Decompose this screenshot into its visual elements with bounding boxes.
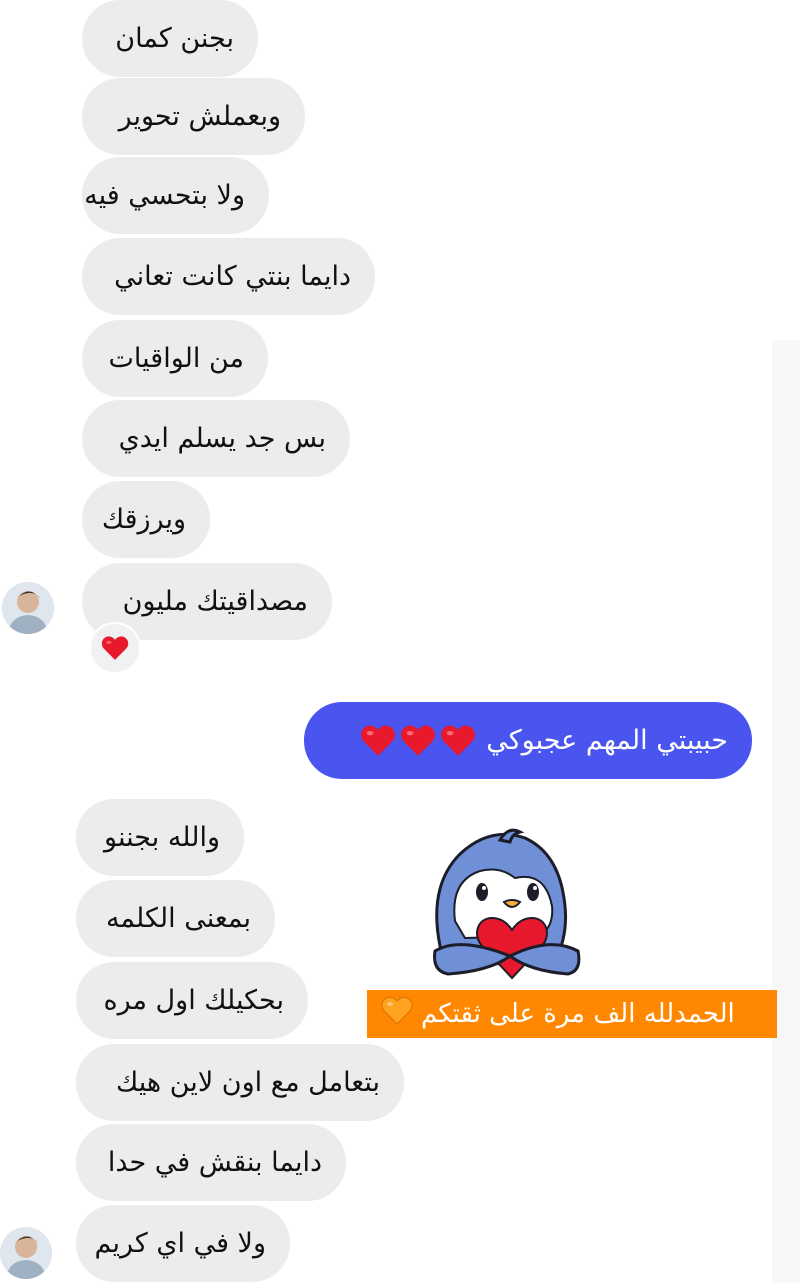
heart-emojis	[360, 724, 476, 757]
message-bubble[interactable]: والله بجننو	[76, 799, 244, 876]
message-text: دايما بنقش في حدا	[107, 1147, 322, 1178]
contact-avatar[interactable]	[2, 582, 54, 634]
scroll-edge	[772, 340, 800, 1283]
message-text: بحكيلك اول مره	[103, 985, 284, 1016]
message-bubble[interactable]: دايما بنتي كانت تعاني	[82, 238, 375, 315]
message-bubble[interactable]: بجنن كمان	[82, 0, 258, 77]
penguin-sticker	[420, 826, 590, 996]
message-bubble[interactable]: بس جد يسلم ايدي	[82, 400, 350, 477]
message-bubble[interactable]: ولا في اي كريم	[76, 1205, 290, 1282]
message-text: ولا بتحسي فيه	[84, 180, 245, 211]
message-bubble[interactable]: ولا بتحسي فيه	[82, 157, 269, 234]
message-text: والله بجننو	[104, 822, 220, 853]
message-bubble[interactable]: دايما بنقش في حدا	[76, 1124, 346, 1201]
message-text: حبيبتي المهم عجبوكي	[486, 725, 728, 756]
message-text: دايما بنتي كانت تعاني	[114, 261, 351, 292]
message-bubble[interactable]: بتعامل مع اون لاين هيك	[76, 1044, 404, 1121]
message-bubble[interactable]: وبعملش تحوير	[82, 78, 305, 155]
message-bubble[interactable]: بمعنى الكلمه	[76, 880, 275, 957]
message-reaction[interactable]	[89, 622, 141, 674]
chat-thread: بجنن كمان وبعملش تحوير ولا بتحسي فيه داي…	[0, 0, 800, 1283]
message-text: من الواقيات	[108, 343, 244, 374]
message-text: بس جد يسلم ايدي	[118, 423, 326, 454]
red-heart-icon	[101, 636, 129, 660]
message-text: بجنن كمان	[115, 23, 234, 54]
red-heart-icon	[401, 725, 436, 756]
avatar-image	[0, 1227, 52, 1279]
message-text: ويرزقك	[101, 504, 186, 535]
message-text: وبعملش تحوير	[118, 101, 281, 132]
message-text: ولا في اي كريم	[94, 1228, 266, 1259]
red-heart-icon	[441, 725, 476, 756]
message-text: بتعامل مع اون لاين هيك	[116, 1067, 380, 1098]
red-heart-icon	[361, 725, 396, 756]
message-text: مصداقيتك مليون	[122, 586, 308, 617]
message-bubble[interactable]: من الواقيات	[82, 320, 268, 397]
outgoing-message-bubble[interactable]: حبيبتي المهم عجبوكي	[304, 702, 752, 779]
banner-text: الحمدلله الف مرة على ثقتكم	[421, 999, 735, 1029]
caption-banner: الحمدلله الف مرة على ثقتكم	[367, 990, 777, 1038]
message-bubble[interactable]: بحكيلك اول مره	[76, 962, 308, 1039]
contact-avatar[interactable]	[0, 1227, 52, 1279]
message-bubble[interactable]: ويرزقك	[82, 481, 210, 558]
avatar-image	[2, 582, 54, 634]
message-text: بمعنى الكلمه	[105, 903, 251, 934]
orange-heart-icon	[381, 996, 413, 1032]
